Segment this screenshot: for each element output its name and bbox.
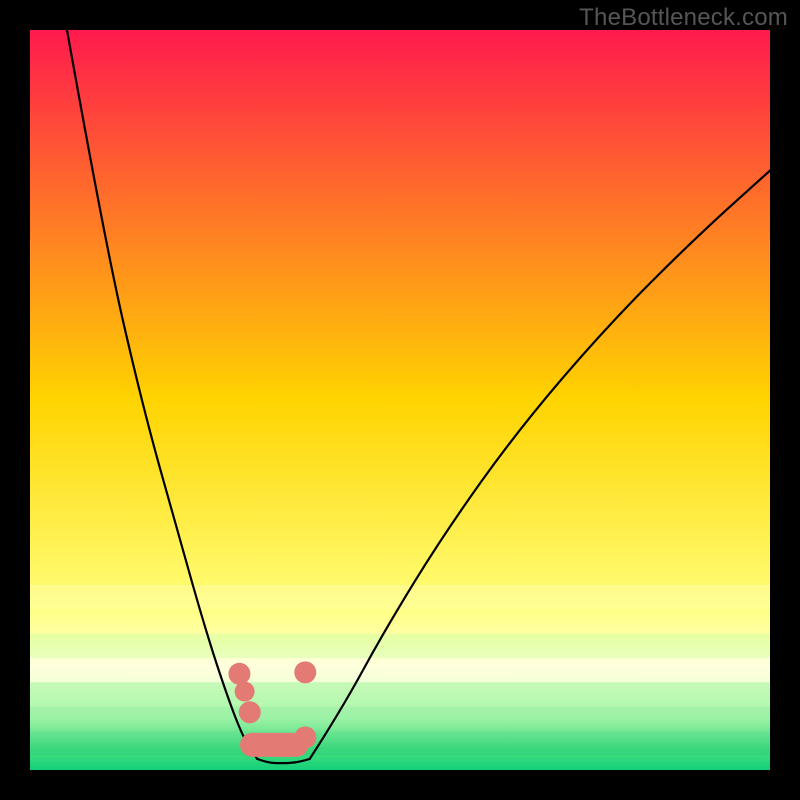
marker-dot [228, 663, 250, 685]
color-bands [30, 585, 770, 755]
marker-dot [239, 701, 261, 723]
chart-frame: TheBottleneck.com [0, 0, 800, 800]
marker-dot [294, 726, 316, 748]
plot-area [30, 30, 770, 770]
marker-dot [235, 682, 255, 702]
watermark-text: TheBottleneck.com [579, 4, 788, 32]
plot-svg [30, 30, 770, 770]
marker-dot [294, 661, 316, 683]
